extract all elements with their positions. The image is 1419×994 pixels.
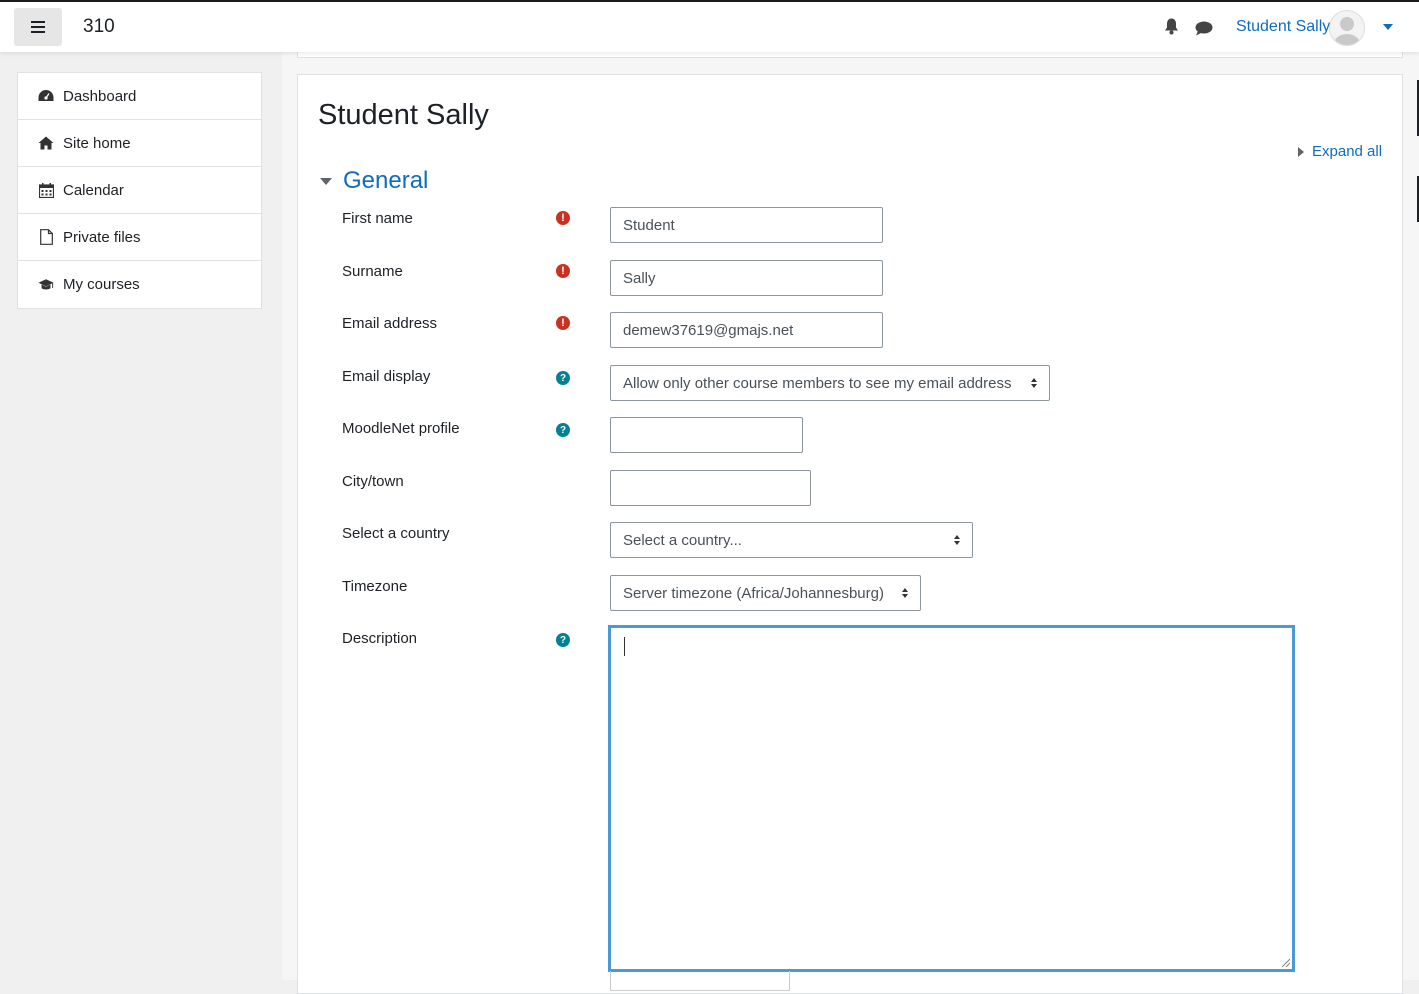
sidebar-item-my-courses[interactable]: My courses — [18, 261, 261, 308]
required-icon: ! — [556, 211, 570, 225]
timezone-select[interactable]: Server timezone (Africa/Johannesburg) — [610, 575, 921, 611]
user-menu-name[interactable]: Student Sally — [1236, 18, 1330, 36]
section-toggle-general[interactable]: General — [320, 167, 428, 195]
select-arrows-icon — [1031, 378, 1037, 388]
city-input[interactable] — [610, 470, 811, 506]
sidebar-item-label: Dashboard — [63, 87, 137, 105]
required-icon: ! — [556, 316, 570, 330]
caret-down-icon — [320, 177, 332, 185]
email-display-label: Email display — [342, 368, 431, 385]
first-name-input[interactable]: Student — [610, 207, 883, 243]
help-icon[interactable]: ? — [556, 423, 570, 437]
home-icon — [38, 135, 54, 151]
file-icon — [38, 229, 54, 245]
surname-input[interactable]: Sally — [610, 260, 883, 296]
sidebar-item-private-files[interactable]: Private files — [18, 214, 261, 261]
timezone-value: Server timezone (Africa/Johannesburg) — [623, 584, 884, 602]
expand-all-link[interactable]: Expand all — [1298, 143, 1382, 160]
nav-drawer: Dashboard Site home Calendar Private fil… — [17, 72, 262, 309]
section-title: General — [343, 167, 429, 194]
sidebar-item-label: My courses — [63, 276, 140, 293]
surname-label: Surname — [342, 263, 403, 280]
site-name-link[interactable]: 310 — [83, 16, 115, 38]
sidebar-item-label: Private files — [63, 228, 141, 246]
resize-handle-icon[interactable] — [1282, 959, 1290, 967]
menu-icon — [31, 21, 45, 33]
avatar[interactable] — [1329, 10, 1365, 46]
expand-all-label: Expand all — [1312, 143, 1383, 160]
email-display-select[interactable]: Allow only other course members to see m… — [610, 365, 1050, 401]
editor-footer — [610, 971, 790, 991]
email-input[interactable]: demew37619@gmajs.net — [610, 312, 883, 348]
help-icon[interactable]: ? — [556, 633, 570, 647]
required-icon: ! — [556, 264, 570, 278]
description-label: Description — [342, 630, 418, 647]
first-name-label: First name — [342, 210, 413, 227]
menu-toggle-button[interactable] — [14, 8, 62, 46]
country-value: Select a country... — [623, 531, 742, 549]
user-avatar-icon — [1334, 17, 1360, 45]
select-arrows-icon — [902, 588, 908, 598]
timezone-label: Timezone — [342, 578, 408, 595]
country-select[interactable]: Select a country... — [610, 522, 973, 558]
navbar: 310 Student Sally — [0, 0, 1419, 52]
city-label: City/town — [342, 473, 404, 490]
sidebar-item-calendar[interactable]: Calendar — [18, 167, 261, 214]
sidebar-item-label: Calendar — [63, 181, 124, 199]
select-arrows-icon — [954, 535, 960, 545]
bell-icon[interactable] — [1164, 18, 1179, 35]
description-editor[interactable] — [608, 625, 1295, 972]
page-title: Student Sally — [318, 99, 489, 131]
moodlenet-label: MoodleNet profile — [342, 420, 460, 437]
header-card-edge — [297, 52, 1403, 58]
country-label: Select a country — [342, 525, 450, 542]
sidebar-item-dashboard[interactable]: Dashboard — [18, 73, 261, 120]
chat-icon[interactable] — [1195, 21, 1213, 36]
email-label: Email address — [342, 315, 438, 332]
email-display-value: Allow only other course members to see m… — [623, 374, 1012, 392]
graduation-cap-icon — [38, 277, 54, 293]
moodlenet-input[interactable] — [610, 417, 803, 453]
caret-right-icon — [1298, 146, 1304, 157]
calendar-icon — [38, 182, 54, 198]
sidebar-item-site-home[interactable]: Site home — [18, 120, 261, 167]
text-cursor — [624, 637, 625, 656]
sidebar-item-label: Site home — [63, 134, 131, 152]
main-card: Student Sally Expand all General First n… — [297, 74, 1403, 994]
chevron-down-icon[interactable] — [1383, 24, 1393, 30]
dashboard-icon — [38, 88, 54, 104]
help-icon[interactable]: ? — [556, 371, 570, 385]
